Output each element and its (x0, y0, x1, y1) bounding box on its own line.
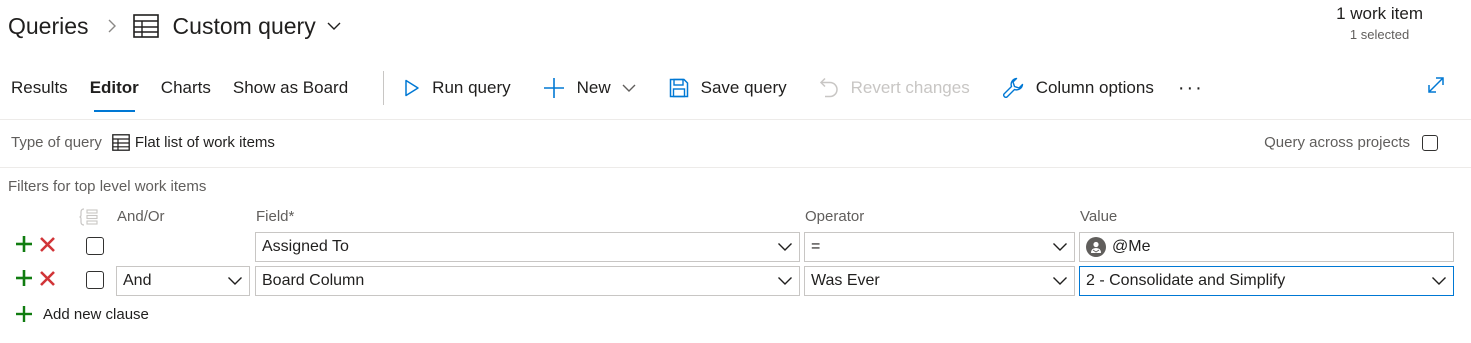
item-count-text: 1 work item (1336, 4, 1423, 23)
plus-icon (543, 77, 565, 99)
andor-value: And (123, 272, 152, 289)
operator-select[interactable]: = (804, 232, 1075, 262)
query-type-value[interactable]: Flat list of work items (135, 134, 275, 151)
query-type-selector: Type of query Flat list of work items (11, 134, 275, 151)
group-clauses-icon[interactable] (79, 208, 99, 226)
column-header-field: Field* (256, 208, 295, 225)
add-clause-icon[interactable] (15, 269, 33, 287)
column-header-operator: Operator (805, 208, 865, 225)
chevron-down-icon (227, 276, 243, 286)
wrench-icon (1002, 77, 1024, 99)
revert-changes-button[interactable]: Revert changes (819, 77, 970, 99)
undo-icon (819, 77, 839, 99)
operator-value: = (811, 238, 821, 255)
chevron-right-icon (107, 18, 117, 34)
clause-checkbox[interactable] (86, 271, 104, 289)
run-query-button[interactable]: Run query (404, 78, 511, 98)
column-options-label: Column options (1035, 78, 1154, 97)
chevron-down-icon (1431, 276, 1447, 286)
save-query-label: Save query (700, 78, 787, 97)
tab-show-as-board[interactable]: Show as Board (222, 66, 359, 110)
chevron-down-icon (1052, 242, 1068, 252)
toolbar: Results Editor Charts Show as Board Run … (0, 66, 1471, 112)
add-new-clause-label: Add new clause (43, 305, 149, 323)
more-options-button[interactable]: ··· (1178, 77, 1204, 100)
clause-row-controls (15, 269, 56, 287)
value-text: 2 - Consolidate and Simplify (1086, 272, 1286, 289)
query-across-projects-label: Query across projects (1264, 134, 1410, 151)
breadcrumb: Queries Custom query (8, 8, 342, 44)
selected-count-text: 1 selected (1349, 27, 1410, 42)
save-query-button[interactable]: Save query (669, 78, 787, 98)
chevron-down-icon[interactable] (326, 21, 342, 31)
chevron-down-icon (1052, 276, 1068, 286)
add-new-clause-button[interactable]: Add new clause (15, 305, 149, 323)
operator-select[interactable]: Was Ever (804, 266, 1075, 296)
field-value: Assigned To (262, 238, 349, 255)
revert-changes-label: Revert changes (850, 78, 970, 97)
clause-checkbox[interactable] (86, 237, 104, 255)
toolbar-divider (383, 71, 385, 105)
column-header-andor: And/Or (117, 208, 165, 225)
new-label: New (576, 78, 611, 97)
delete-clause-icon[interactable] (39, 236, 56, 253)
field-select[interactable]: Board Column (255, 266, 800, 296)
tab-charts[interactable]: Charts (150, 66, 222, 110)
field-value: Board Column (262, 272, 365, 289)
avatar (1086, 237, 1106, 257)
breadcrumb-queries-link[interactable]: Queries (8, 13, 89, 40)
chevron-down-icon (777, 242, 793, 252)
value-input[interactable]: @Me (1079, 232, 1454, 262)
column-header-value: Value (1080, 208, 1118, 225)
filters-title: Filters for top level work items (8, 178, 207, 195)
tab-results[interactable]: Results (0, 66, 79, 110)
andor-select[interactable]: And (116, 266, 250, 296)
page-title: Custom query (172, 12, 316, 39)
query-table-icon (132, 14, 159, 38)
add-clause-icon[interactable] (15, 235, 33, 253)
save-icon (669, 78, 689, 98)
delete-clause-icon[interactable] (39, 270, 56, 287)
play-icon (404, 79, 420, 97)
plus-icon (15, 305, 33, 323)
run-query-label: Run query (432, 78, 511, 97)
divider (0, 167, 1471, 168)
divider (0, 119, 1471, 120)
work-item-count: 1 work item 1 selected (1336, 4, 1423, 42)
operator-value: Was Ever (811, 272, 880, 289)
table-grid-icon (112, 134, 130, 151)
clause-row-controls (15, 235, 56, 253)
query-across-projects: Query across projects (1264, 134, 1438, 151)
tab-editor[interactable]: Editor (79, 66, 150, 112)
chevron-down-icon (777, 276, 793, 286)
query-across-projects-checkbox[interactable] (1422, 134, 1438, 151)
new-button[interactable]: New (543, 77, 637, 99)
expand-icon[interactable] (1427, 76, 1445, 94)
chevron-down-icon (621, 83, 637, 93)
column-options-button[interactable]: Column options (1002, 77, 1154, 99)
query-type-label: Type of query (11, 134, 102, 151)
value-select[interactable]: 2 - Consolidate and Simplify (1079, 266, 1454, 296)
field-select[interactable]: Assigned To (255, 232, 800, 262)
value-text: @Me (1112, 238, 1151, 255)
